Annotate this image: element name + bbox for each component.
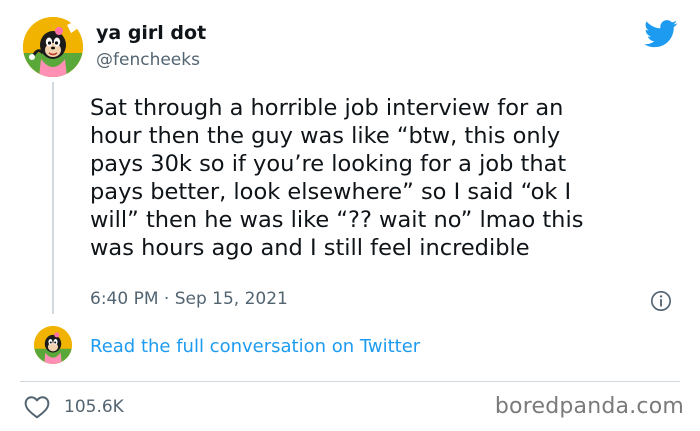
info-icon[interactable]	[650, 290, 672, 312]
dot-warner-avatar-image	[34, 326, 72, 364]
tweet-text-line: Sat through a horrible job interview for…	[90, 95, 564, 121]
thread-connector-line	[52, 82, 54, 314]
tweet-text: Sat through a horrible job interview for…	[90, 94, 680, 262]
twitter-bird-icon[interactable]	[644, 20, 678, 48]
author-handle[interactable]: @fencheeks	[96, 50, 200, 70]
read-conversation-link[interactable]: Read the full conversation on Twitter	[90, 336, 420, 357]
like-action[interactable]: 105.6K	[24, 395, 124, 419]
tweet-text-line: will” then he was like “?? wait no” lmao…	[90, 207, 584, 233]
dot-warner-avatar-image	[23, 17, 83, 77]
author-display-name[interactable]: ya girl dot	[96, 22, 206, 44]
boredpanda-watermark: boredpanda.com	[494, 394, 684, 419]
tweet-text-line: pays 30k so if you’re looking for a job …	[90, 151, 567, 177]
tweet-text-line: pays better, look elsewhere” so I said “…	[90, 179, 572, 205]
tweet-timestamp[interactable]: 6:40 PM · Sep 15, 2021	[90, 289, 288, 309]
heart-icon[interactable]	[24, 395, 50, 419]
like-count: 105.6K	[64, 397, 124, 417]
tweet-text-line: hour then the guy was like “btw, this on…	[90, 123, 561, 149]
conversation-avatar[interactable]	[34, 326, 72, 364]
divider	[20, 381, 680, 382]
author-avatar[interactable]	[23, 17, 83, 77]
tweet-text-line: was hours ago and I still feel incredibl…	[90, 235, 530, 261]
